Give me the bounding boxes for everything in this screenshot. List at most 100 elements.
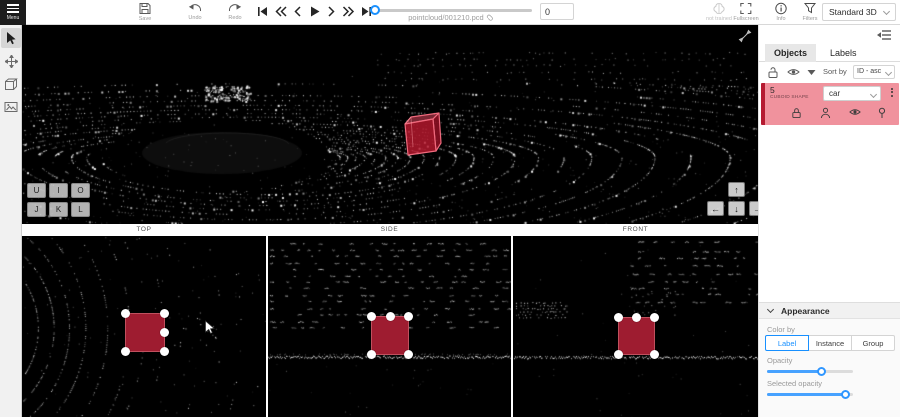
save-icon bbox=[139, 2, 152, 15]
resize-handle[interactable] bbox=[160, 309, 169, 318]
menu-label: Menu bbox=[0, 15, 26, 21]
key-l-button[interactable]: L bbox=[71, 202, 90, 217]
object-lock-button[interactable] bbox=[791, 107, 802, 119]
person-icon bbox=[820, 107, 831, 119]
backward-icon bbox=[274, 5, 287, 18]
slider-handle[interactable] bbox=[841, 390, 850, 399]
key-k-button[interactable]: K bbox=[49, 202, 68, 217]
objects-toolbar: Sort by ID - asc bbox=[759, 65, 900, 81]
top-toolbar: Menu Save Undo Redo pointcloud/001210.pc… bbox=[0, 0, 900, 25]
resize-handle[interactable] bbox=[614, 313, 623, 322]
appearance-header[interactable]: Appearance bbox=[759, 303, 900, 319]
photo-context-tool-button[interactable] bbox=[1, 97, 21, 117]
caret-down-icon bbox=[807, 69, 816, 76]
filename-label: pointcloud/001210.pcd bbox=[366, 13, 536, 22]
resize-handle[interactable] bbox=[121, 347, 130, 356]
fullscreen-button[interactable]: Fullscreen bbox=[733, 2, 758, 22]
key-j-button[interactable]: J bbox=[27, 202, 46, 217]
ai-tools-button[interactable]: not trained bbox=[706, 2, 732, 22]
menu-button[interactable]: Menu bbox=[0, 0, 26, 25]
eye-icon bbox=[849, 107, 861, 117]
lock-icon bbox=[791, 107, 802, 119]
mouse-cursor bbox=[204, 320, 215, 335]
next-icon bbox=[326, 5, 337, 18]
hamburger-icon bbox=[7, 4, 19, 13]
opacity-slider[interactable] bbox=[767, 366, 853, 376]
key-o-button[interactable]: O bbox=[71, 183, 90, 198]
rotate-handle[interactable] bbox=[386, 312, 395, 321]
arrow-up-button[interactable]: ↑ bbox=[728, 182, 745, 197]
rotate-handle[interactable] bbox=[632, 313, 641, 322]
side-view[interactable] bbox=[268, 236, 511, 417]
hide-all-button[interactable] bbox=[787, 67, 800, 77]
player-backward-button[interactable] bbox=[274, 5, 287, 18]
expand-states-button[interactable] bbox=[807, 69, 816, 76]
save-button[interactable]: Save bbox=[139, 2, 152, 22]
player-play-button[interactable] bbox=[308, 5, 321, 18]
chevron-down-icon bbox=[767, 306, 774, 313]
tools-sidebar bbox=[0, 25, 22, 417]
resize-handle[interactable] bbox=[404, 350, 413, 359]
arrow-left-button[interactable]: ← bbox=[707, 201, 724, 216]
player-first-frame-button[interactable] bbox=[256, 5, 269, 18]
object-label-select[interactable]: car bbox=[823, 86, 881, 101]
draw-cuboid-tool-button[interactable] bbox=[1, 74, 21, 94]
object-pin-button[interactable] bbox=[877, 107, 887, 119]
workspace-select[interactable]: Standard 3D bbox=[822, 3, 896, 21]
player-forward-button[interactable] bbox=[342, 5, 355, 18]
front-view-label: FRONT bbox=[513, 224, 758, 236]
unlock-icon bbox=[767, 66, 779, 79]
resize-handle[interactable] bbox=[367, 312, 376, 321]
key-u-button[interactable]: U bbox=[27, 183, 46, 198]
object-item-5[interactable]: 5 CUBOID SHAPE car bbox=[761, 83, 899, 125]
color-by-instance-button[interactable]: Instance bbox=[809, 335, 852, 351]
arrow-down-button[interactable]: ↓ bbox=[728, 201, 745, 216]
collapse-sidebar-button[interactable] bbox=[877, 29, 892, 41]
sort-select[interactable]: ID - asc bbox=[853, 65, 895, 79]
front-view[interactable] bbox=[513, 236, 758, 417]
perspective-view[interactable]: U I O J K L ↑ ← ↓ → bbox=[22, 25, 758, 224]
tab-labels[interactable]: Labels bbox=[821, 44, 866, 62]
frame-number-input[interactable] bbox=[540, 3, 574, 20]
resize-handle[interactable] bbox=[650, 350, 659, 359]
tab-objects[interactable]: Objects bbox=[765, 44, 816, 62]
key-i-button[interactable]: I bbox=[49, 183, 68, 198]
perspective-pointcloud-canvas[interactable] bbox=[22, 25, 758, 224]
selected-cuboid-3d[interactable] bbox=[398, 109, 442, 157]
object-actions-menu-button[interactable] bbox=[888, 86, 896, 98]
player-next-button[interactable] bbox=[326, 5, 337, 18]
color-by-label-button[interactable]: Label bbox=[765, 335, 809, 351]
resize-handle[interactable] bbox=[404, 312, 413, 321]
info-button[interactable]: Info bbox=[775, 2, 788, 22]
resize-handle[interactable] bbox=[367, 350, 376, 359]
redo-button[interactable]: Redo bbox=[228, 2, 242, 21]
rotate-handle[interactable] bbox=[160, 328, 169, 337]
first-frame-icon bbox=[256, 5, 269, 18]
object-occluded-button[interactable] bbox=[820, 107, 831, 119]
slider-handle[interactable] bbox=[817, 367, 826, 376]
redo-icon bbox=[228, 2, 242, 14]
move-tool-button[interactable] bbox=[1, 51, 21, 71]
brain-icon bbox=[712, 2, 726, 15]
color-by-group-button[interactable]: Group bbox=[852, 335, 895, 351]
seek-rail bbox=[370, 9, 532, 12]
player-previous-button[interactable] bbox=[292, 5, 303, 18]
selected-cuboid-front[interactable] bbox=[618, 317, 655, 355]
resize-handle[interactable] bbox=[650, 313, 659, 322]
undo-button[interactable]: Undo bbox=[188, 2, 202, 21]
selected-opacity-slider[interactable] bbox=[767, 389, 853, 399]
lock-all-button[interactable] bbox=[767, 66, 779, 79]
resize-handle[interactable] bbox=[614, 350, 623, 359]
cursor-tool-button[interactable] bbox=[1, 28, 21, 48]
move-icon bbox=[5, 55, 18, 68]
selected-cuboid-side[interactable] bbox=[371, 316, 409, 355]
selected-cuboid-top[interactable] bbox=[125, 313, 165, 352]
filters-button[interactable]: Filters bbox=[803, 2, 818, 22]
resize-handle[interactable] bbox=[121, 309, 130, 318]
info-icon bbox=[775, 2, 788, 15]
resize-view-icon[interactable] bbox=[738, 29, 752, 43]
top-view[interactable] bbox=[22, 236, 266, 417]
opacity-label: Opacity bbox=[767, 356, 792, 365]
object-hide-button[interactable] bbox=[849, 107, 861, 117]
resize-handle[interactable] bbox=[160, 347, 169, 356]
